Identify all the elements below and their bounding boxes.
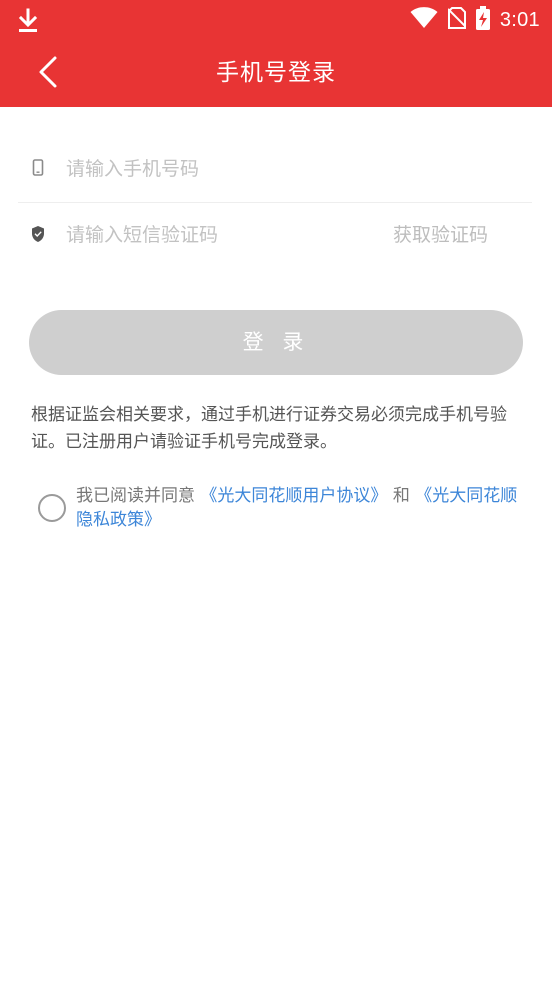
get-code-button[interactable]: 获取验证码 (393, 220, 488, 247)
code-field-row: 获取验证码 (18, 202, 532, 268)
page-title: 手机号登录 (216, 60, 336, 86)
sms-code-input[interactable] (66, 216, 366, 254)
battery-charging-icon (475, 6, 490, 34)
verification-notice: 根据证监会相关要求，通过手机进行证券交易必须完成手机号验证。已注册用户请验证手机… (31, 405, 507, 452)
chevron-left-icon (37, 55, 59, 93)
login-button[interactable]: 登 录 (29, 310, 523, 375)
download-icon (16, 8, 40, 34)
phone-field-row (18, 136, 532, 203)
agreement-connector: 和 (392, 486, 410, 506)
no-sim-icon (447, 7, 467, 33)
agreement-prefix: 我已阅读并同意 (76, 486, 195, 506)
phone-icon (30, 159, 46, 177)
back-button[interactable] (26, 52, 70, 96)
wifi-icon (410, 7, 438, 33)
app-header: 手机号登录 (0, 40, 552, 107)
status-bar: 3:01 (0, 0, 552, 40)
shield-icon (30, 225, 46, 243)
agreement-checkbox[interactable] (38, 494, 66, 522)
agreement-text: 我已阅读并同意 《光大同花顺用户协议》 和 《光大同花顺隐私政策》 (76, 484, 518, 532)
status-icons: 3:01 (410, 6, 540, 34)
user-agreement-link[interactable]: 《光大同花顺用户协议》 (200, 486, 387, 506)
status-time: 3:01 (499, 8, 540, 31)
phone-input[interactable] (66, 150, 366, 188)
